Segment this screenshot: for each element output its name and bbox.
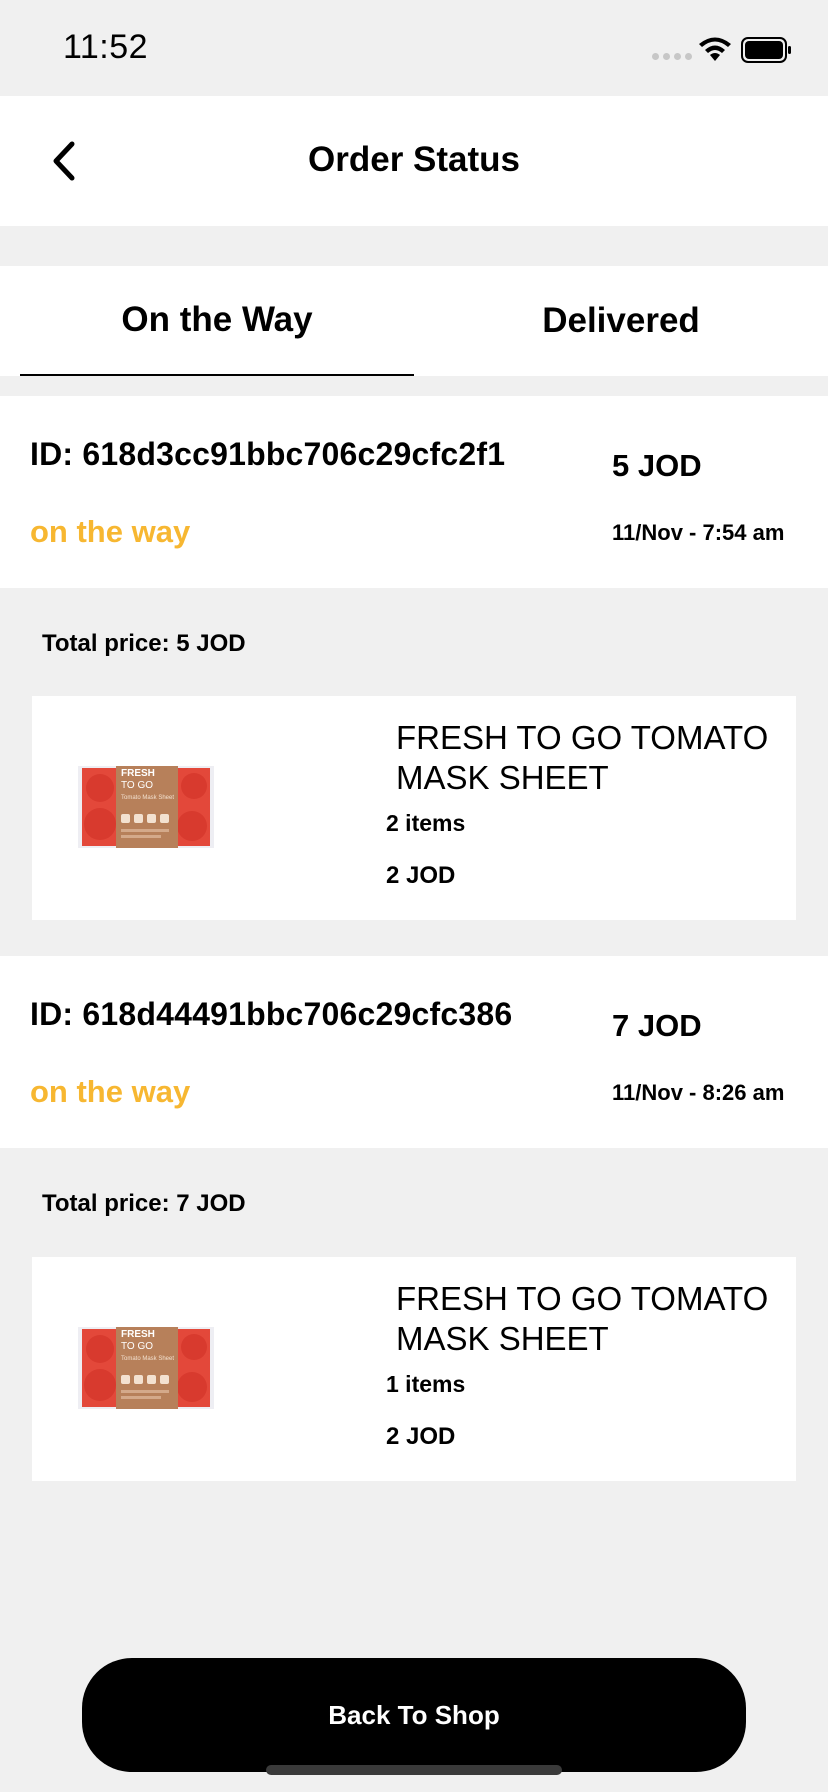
product-card[interactable]: FRESH TO GO Tomato Mask Sheet FRESH TO G… — [32, 696, 796, 920]
product-price: 2 JOD — [386, 862, 456, 889]
cellular-signal-icon — [652, 53, 692, 60]
product-image: FRESH TO GO Tomato Mask Sheet — [78, 1327, 214, 1409]
svg-text:Tomato Mask Sheet: Tomato Mask Sheet — [121, 1356, 174, 1362]
order-price: 7 JOD — [612, 1008, 702, 1043]
product-image: FRESH TO GO Tomato Mask Sheet — [78, 766, 214, 848]
home-indicator[interactable] — [266, 1765, 562, 1775]
product-name: FRESH TO GO TOMATO MASK SHEET — [396, 1280, 769, 1357]
order-id: ID: 618d3cc91bbc706c29cfc2f1 — [30, 436, 506, 472]
tab-on-the-way[interactable]: On the Way — [20, 266, 414, 376]
product-quantity: 1 items — [386, 1371, 466, 1397]
battery-icon — [741, 37, 791, 63]
tab-delivered[interactable]: Delivered — [414, 266, 828, 376]
order-id: ID: 618d44491bbc706c29cfc386 — [30, 996, 513, 1032]
order-date: 11/Nov - 7:54 am — [612, 520, 785, 545]
svg-text:Tomato Mask Sheet: Tomato Mask Sheet — [121, 795, 174, 801]
back-to-shop-button[interactable]: Back To Shop — [82, 1658, 746, 1772]
order-summary[interactable]: ID: 618d3cc91bbc706c29cfc2f1 on the way … — [0, 396, 828, 588]
order-status: on the way — [30, 514, 191, 549]
page-title: Order Status — [308, 140, 520, 179]
order-summary[interactable]: ID: 618d44491bbc706c29cfc386 on the way … — [0, 956, 828, 1148]
svg-text:FRESH: FRESH — [121, 1329, 155, 1340]
header: Order Status — [0, 96, 828, 226]
svg-text:TO GO: TO GO — [121, 780, 153, 791]
svg-text:TO GO: TO GO — [121, 1341, 153, 1352]
tab-bar: On the Way Delivered — [0, 266, 828, 376]
order-status-screen: 11:52 Order Status On the Way Delivered … — [0, 0, 828, 1792]
order-date: 11/Nov - 8:26 am — [612, 1080, 785, 1105]
order-status: on the way — [30, 1074, 191, 1109]
status-bar: 11:52 — [0, 0, 828, 96]
svg-text:FRESH: FRESH — [121, 768, 155, 779]
product-name: FRESH TO GO TOMATO MASK SHEET — [396, 719, 769, 796]
order-total-price: Total price: 7 JOD — [42, 1190, 246, 1217]
status-time: 11:52 — [63, 28, 149, 66]
order-total-price: Total price: 5 JOD — [42, 630, 246, 657]
product-quantity: 2 items — [386, 810, 466, 836]
wifi-icon — [699, 37, 731, 61]
product-price: 2 JOD — [386, 1423, 456, 1450]
product-card[interactable]: FRESH TO GO Tomato Mask Sheet FRESH TO G… — [32, 1257, 796, 1481]
order-price: 5 JOD — [612, 448, 702, 483]
